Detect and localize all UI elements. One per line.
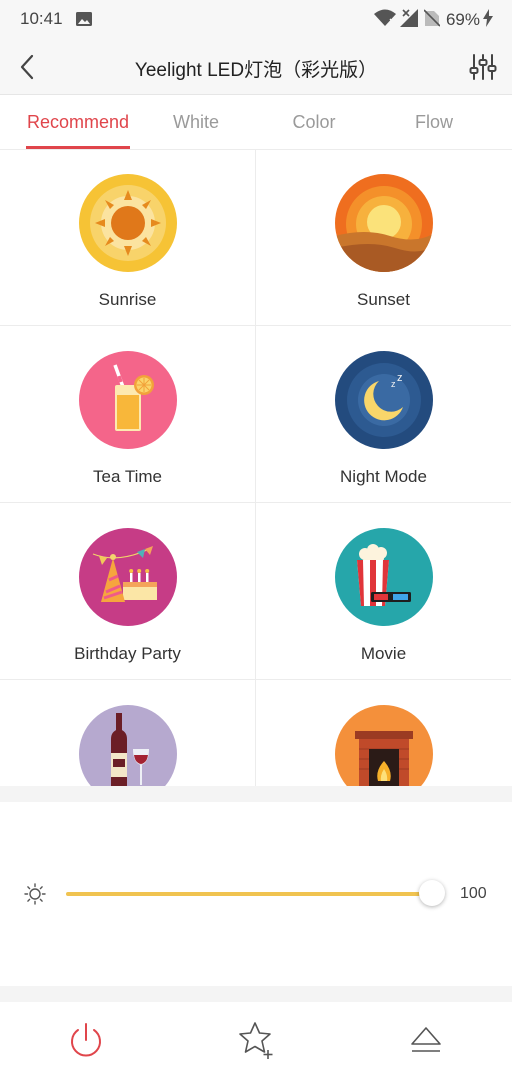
scene-wine[interactable] <box>0 681 255 786</box>
svg-text:z: z <box>397 372 403 384</box>
scene-grid: Sunrise Sunset Tea Time z z Night Mode B… <box>0 150 512 786</box>
scene-label: Movie <box>360 644 407 663</box>
scene-sunset[interactable]: Sunset <box>256 150 511 326</box>
movie-icon <box>335 528 433 626</box>
scene-label: Night Mode <box>340 467 427 486</box>
section-divider <box>0 786 512 802</box>
battery-percent: 69% <box>445 10 480 29</box>
section-divider <box>0 986 512 1002</box>
tab-color[interactable]: Color <box>250 112 378 133</box>
tab-white[interactable]: White <box>132 112 260 133</box>
add-favorite-button[interactable] <box>236 1020 276 1060</box>
brightness-panel: 100 <box>0 802 512 986</box>
active-tab-indicator <box>26 146 130 149</box>
sunrise-icon <box>79 174 177 272</box>
fireplace-icon <box>335 705 433 786</box>
brightness-icon <box>24 883 46 905</box>
wifi-icon <box>373 9 396 32</box>
svg-text:z: z <box>391 379 396 389</box>
scene-label: Sunset <box>357 290 410 309</box>
settings-button[interactable] <box>468 52 498 82</box>
charging-icon <box>482 8 494 32</box>
tab-flow[interactable]: Flow <box>370 112 498 133</box>
scene-birthday-party[interactable]: Birthday Party <box>0 504 255 680</box>
eject-icon <box>411 1027 441 1052</box>
scene-tabs: Recommend White Color Flow <box>0 95 512 150</box>
scene-night-mode[interactable]: z z Night Mode <box>256 327 511 503</box>
cellular-signal-icon <box>399 8 420 32</box>
tea-time-icon <box>79 351 177 449</box>
wine-icon <box>79 705 177 786</box>
bottom-toolbar <box>0 1002 512 1080</box>
star-plus-icon <box>239 1022 273 1059</box>
scene-tea-time[interactable]: Tea Time <box>0 327 255 503</box>
app-bar: Yeelight LED灯泡（彩光版） <box>0 40 512 95</box>
sliders-icon <box>469 54 497 80</box>
brightness-slider-thumb[interactable] <box>419 880 445 906</box>
brightness-slider-track[interactable] <box>66 892 432 896</box>
no-sim-icon <box>423 8 441 32</box>
brightness-value: 100 <box>460 885 487 902</box>
scene-fireplace[interactable] <box>256 681 511 786</box>
scene-label: Tea Time <box>93 467 162 486</box>
scene-sunrise[interactable]: Sunrise <box>0 150 255 326</box>
status-icons: 69% <box>373 8 494 32</box>
page-title: Yeelight LED灯泡（彩光版） <box>134 60 378 81</box>
tab-recommend[interactable]: Recommend <box>14 112 142 133</box>
scene-label: Birthday Party <box>74 644 181 663</box>
night-mode-icon: z z <box>335 351 433 449</box>
power-icon <box>71 1023 101 1057</box>
power-button[interactable] <box>66 1020 106 1060</box>
photo-notification-icon <box>76 12 92 31</box>
scene-label: Sunrise <box>98 290 157 309</box>
sunset-icon <box>335 174 433 272</box>
more-button[interactable] <box>406 1020 446 1060</box>
birthday-party-icon <box>79 528 177 626</box>
scene-movie[interactable]: Movie <box>256 504 511 680</box>
status-bar: 10:41 69% <box>0 0 512 40</box>
status-time: 10:41 <box>20 9 63 28</box>
